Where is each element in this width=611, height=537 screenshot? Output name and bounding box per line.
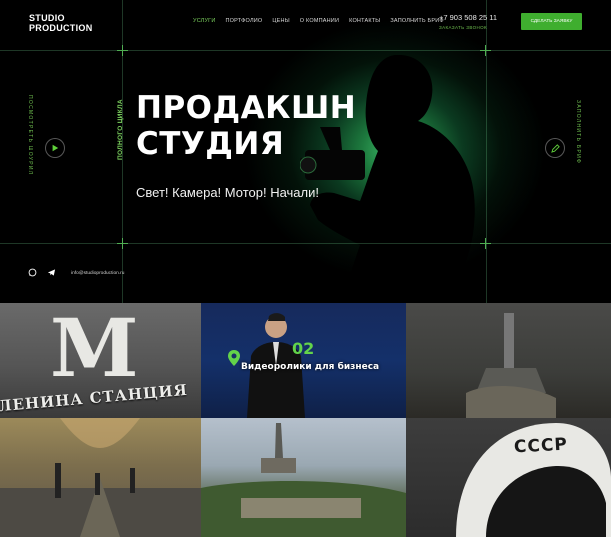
title-line1: ПРОДАКШН bbox=[136, 90, 357, 126]
rocket-scene bbox=[466, 313, 556, 418]
monument-scene bbox=[201, 423, 406, 537]
metro-hall-scene bbox=[0, 418, 201, 537]
metro-letter: М bbox=[50, 303, 139, 395]
email-link[interactable]: info@studioproduction.ru bbox=[71, 271, 124, 276]
whatsapp-icon[interactable] bbox=[28, 268, 37, 277]
brief-side-label[interactable]: Заполнить бриф bbox=[575, 100, 583, 200]
hero-subtitle: Свет! Камера! Мотор! Начали! bbox=[136, 185, 319, 200]
nav-item-prices[interactable]: Цены bbox=[272, 18, 289, 24]
site-logo[interactable]: STUDIO PRODUCTION bbox=[29, 13, 93, 33]
crosshair-mark bbox=[117, 45, 128, 56]
pen-icon bbox=[550, 143, 560, 153]
portfolio-grid: М ЛЕНИНА СТАНЦИЯ 02 Видеоролики для бизн… bbox=[0, 303, 611, 537]
hero-kicker: Полного цикла bbox=[117, 98, 127, 168]
hero-section: STUDIO PRODUCTION Услуги Портфолио Цены … bbox=[0, 0, 611, 303]
nav-item-about[interactable]: О компании bbox=[300, 18, 339, 24]
portfolio-tile-metro[interactable]: М ЛЕНИНА СТАНЦИЯ bbox=[0, 303, 201, 418]
telegram-icon[interactable] bbox=[47, 268, 56, 277]
portfolio-tile-business-video[interactable]: 02 Видеоролики для бизнеса bbox=[201, 303, 406, 418]
showreel-side-label[interactable]: Посмотреть шоурил bbox=[27, 95, 35, 205]
location-pin-icon bbox=[228, 350, 240, 366]
crosshair-mark bbox=[480, 45, 491, 56]
nav-item-contacts[interactable]: Контакты bbox=[349, 18, 380, 24]
nav-item-portfolio[interactable]: Портфолио bbox=[226, 18, 263, 24]
portfolio-tile-metro-hall[interactable] bbox=[0, 418, 201, 537]
portfolio-tile-rocket[interactable] bbox=[406, 303, 611, 418]
request-button[interactable]: Сделать заявку bbox=[521, 13, 582, 30]
logo-line2: PRODUCTION bbox=[29, 23, 93, 33]
nav-item-services[interactable]: Услуги bbox=[193, 18, 216, 24]
crosshair-mark bbox=[117, 238, 128, 249]
brief-label-text: Заполнить бриф bbox=[575, 100, 581, 165]
showreel-label-text: Посмотреть шоурил bbox=[27, 95, 33, 176]
business-video-label: Видеоролики для бизнеса bbox=[241, 362, 380, 372]
portfolio-tile-cosmonaut[interactable]: СССР bbox=[406, 418, 611, 537]
nav-item-brief[interactable]: Заполнить бриф bbox=[390, 18, 443, 24]
slide-number: 02 bbox=[292, 339, 315, 358]
phone-number[interactable]: +7 903 508 25 11 bbox=[439, 13, 497, 22]
grid-line bbox=[0, 50, 611, 51]
main-nav: Услуги Портфолио Цены О компании Контакт… bbox=[193, 18, 454, 24]
brief-button[interactable] bbox=[545, 138, 565, 158]
play-button[interactable] bbox=[45, 138, 65, 158]
play-icon bbox=[52, 144, 59, 152]
kicker-text: Полного цикла bbox=[117, 99, 124, 160]
callback-link[interactable]: Заказать звонок bbox=[439, 25, 487, 30]
crosshair-mark bbox=[480, 238, 491, 249]
portfolio-tile-monument[interactable] bbox=[201, 418, 406, 537]
title-line2: СТУДИЯ bbox=[136, 126, 285, 162]
cccp-helmet-text: СССР bbox=[513, 434, 569, 458]
grid-line bbox=[0, 243, 611, 244]
logo-line1: STUDIO bbox=[29, 13, 65, 23]
hero-title: ПРОДАКШН СТУДИЯ bbox=[136, 90, 356, 162]
social-links bbox=[28, 268, 56, 277]
